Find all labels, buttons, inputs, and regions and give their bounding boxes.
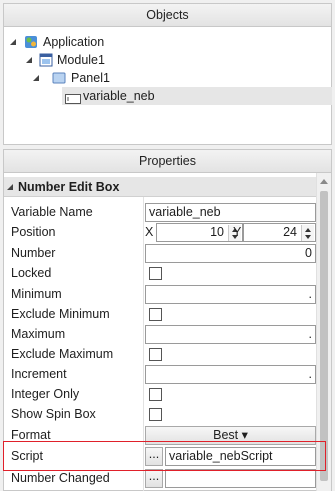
scrollbar-thumb[interactable]	[320, 191, 328, 481]
prop-format: Format Best ▾	[4, 425, 317, 445]
prop-label: Position	[11, 225, 56, 239]
number-input[interactable]: 0	[145, 244, 316, 263]
tree-item-label: Panel1	[71, 71, 110, 85]
prop-label: Locked	[11, 266, 52, 280]
format-dropdown-button[interactable]: Best ▾	[145, 426, 316, 445]
tree-item-label: variable_neb	[83, 89, 155, 103]
tree-item-label: Application	[43, 35, 105, 49]
application-icon	[24, 35, 38, 54]
expanded-arrow-icon[interactable]	[33, 75, 39, 81]
show-spin-box-checkbox[interactable]	[149, 408, 162, 421]
exclude-minimum-checkbox[interactable]	[149, 308, 162, 321]
prop-exclude-minimum: Exclude Minimum	[4, 304, 317, 324]
integer-only-checkbox[interactable]	[149, 388, 162, 401]
prop-label: Exclude Maximum	[11, 347, 114, 361]
expanded-arrow-icon[interactable]	[26, 57, 32, 63]
section-title: Number Edit Box	[18, 180, 120, 194]
locked-checkbox[interactable]	[149, 267, 162, 280]
position-x-value: 10	[210, 225, 224, 239]
prop-label: Variable Name	[11, 205, 93, 219]
prop-label: Maximum	[11, 327, 66, 341]
objects-panel-title: Objects	[146, 8, 189, 22]
properties-panel-header: Properties	[3, 149, 332, 173]
prop-label: Script	[11, 449, 43, 463]
prop-script: Script ... variable_nebScript	[4, 446, 317, 466]
tree-item-label: Module1	[57, 53, 105, 67]
prop-variable-name: Variable Name variable_neb	[4, 202, 317, 222]
y-spinner[interactable]	[301, 225, 314, 241]
prop-position: Position X 10 Y 24	[4, 222, 317, 242]
prop-label: Exclude Minimum	[11, 307, 110, 321]
number-edit-box-icon	[65, 91, 81, 109]
exclude-maximum-checkbox[interactable]	[149, 348, 162, 361]
objects-tree[interactable]: Application Module1 Panel1 variable_neb	[3, 27, 332, 145]
y-label: Y	[233, 225, 242, 239]
prop-number-changed: Number Changed ...	[4, 468, 317, 488]
prop-exclude-maximum: Exclude Maximum	[4, 344, 317, 364]
script-input[interactable]: variable_nebScript	[165, 447, 316, 466]
prop-label: Integer Only	[11, 387, 80, 401]
prop-show-spin-box: Show Spin Box	[4, 404, 317, 424]
prop-label: Number Changed	[11, 471, 110, 485]
minimum-input[interactable]: .	[145, 285, 316, 304]
objects-panel-header: Objects	[3, 3, 332, 27]
prop-label: Increment	[11, 367, 67, 381]
prop-locked: Locked	[4, 263, 317, 283]
prop-number: Number 0	[4, 243, 317, 263]
prop-maximum: Maximum .	[4, 324, 317, 344]
prop-minimum: Minimum .	[4, 284, 317, 304]
module-icon	[39, 53, 53, 72]
prop-label: Number	[11, 246, 56, 260]
properties-scrollbar[interactable]	[316, 173, 331, 491]
prop-label: Show Spin Box	[11, 407, 96, 421]
prop-label: Format	[11, 428, 51, 442]
spin-up-icon[interactable]	[305, 228, 311, 232]
spin-down-icon[interactable]	[305, 235, 311, 239]
number-changed-browse-button[interactable]: ...	[145, 469, 163, 488]
position-y-input[interactable]: 24	[243, 223, 316, 242]
number-changed-input[interactable]	[165, 469, 316, 488]
properties-grid[interactable]: Number Edit Box Variable Name variable_n…	[3, 173, 332, 491]
collapse-arrow-icon[interactable]	[7, 184, 13, 190]
prop-increment: Increment .	[4, 364, 317, 384]
prop-integer-only: Integer Only	[4, 384, 317, 404]
variable-name-input[interactable]: variable_neb	[145, 203, 316, 222]
script-browse-button[interactable]: ...	[145, 447, 163, 466]
position-x-input[interactable]: 10	[156, 223, 243, 242]
prop-label: Minimum	[11, 287, 62, 301]
increment-input[interactable]: .	[145, 365, 316, 384]
x-label: X	[145, 225, 154, 239]
tree-item-variable-neb[interactable]: variable_neb	[62, 87, 332, 105]
scroll-up-arrow-icon[interactable]	[320, 179, 328, 184]
section-header[interactable]: Number Edit Box	[4, 177, 317, 197]
properties-panel-title: Properties	[139, 154, 196, 168]
position-y-value: 24	[283, 225, 297, 239]
expanded-arrow-icon[interactable]	[10, 39, 16, 45]
maximum-input[interactable]: .	[145, 325, 316, 344]
